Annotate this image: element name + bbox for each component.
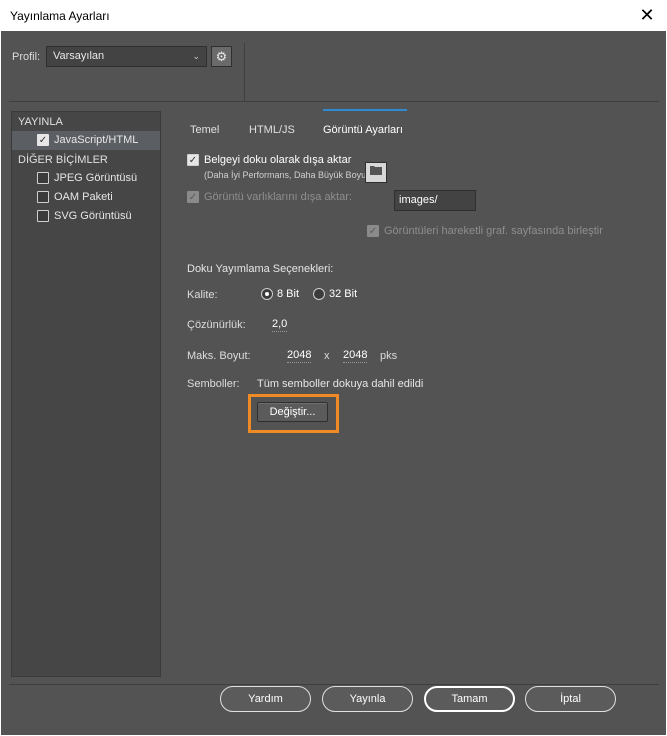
quality-32bit-radio[interactable] [313, 288, 325, 301]
export-doc-label: Belgeyi doku olarak dışa aktar [204, 154, 352, 166]
close-icon[interactable]: ✕ [635, 3, 659, 27]
texture-options-title: Doku Yayımlama Seçenekleri: [187, 263, 334, 275]
profile-dropdown[interactable]: Varsayılan ⌄ [46, 46, 207, 67]
symbols-label: Semboller: [187, 378, 240, 390]
sidebar-item-label: JavaScript/HTML [54, 134, 139, 146]
max-height-value[interactable]: 2048 [343, 349, 368, 363]
other-formats-header: DİĞER BİÇİMLER [18, 154, 108, 166]
cancel-button[interactable]: İptal [525, 686, 616, 712]
chevron-down-icon: ⌄ [192, 51, 200, 61]
publish-section-header: YAYINLA [18, 116, 63, 128]
divider [244, 43, 245, 101]
merge-sprite-label: Görüntüleri hareketli graf. sayfasında b… [384, 225, 603, 237]
tab-temel[interactable]: Temel [190, 124, 219, 136]
publish-settings-dialog: Profil: Varsayılan ⌄ ⚙ YAYINLA ✓ JavaScr… [1, 31, 666, 735]
sidebar-item-label: JPEG Görüntüsü [54, 172, 138, 184]
sidebar-item-label: SVG Görüntüsü [54, 210, 132, 222]
help-button[interactable]: Yardım [220, 686, 311, 712]
export-doc-option[interactable]: ✓ Belgeyi doku olarak dışa aktar [187, 154, 352, 167]
resolution-value[interactable]: 2,0 [272, 318, 288, 332]
publish-button[interactable]: Yayınla [322, 686, 413, 712]
window-title: Yayınlama Ayarları [10, 9, 110, 23]
divider [9, 684, 659, 685]
max-size-label: Maks. Boyut: [187, 350, 251, 362]
title-bar: Yayınlama Ayarları ✕ [0, 0, 667, 31]
quality-8bit-option[interactable]: 8 Bit [261, 288, 300, 301]
profile-value: Varsayılan [53, 50, 105, 62]
sidebar-item-javascript-html[interactable]: ✓ JavaScript/HTML [12, 131, 160, 150]
export-assets-option: ✓ Görüntü varlıklarını dışa aktar: [187, 191, 352, 204]
quality-32bit-option[interactable]: 32 Bit [313, 288, 358, 301]
export-doc-hint: (Daha İyi Performans, Daha Büyük Boyut) [204, 170, 372, 180]
export-doc-checkbox[interactable]: ✓ [187, 154, 199, 167]
tab-html-js[interactable]: HTML/JS [249, 124, 295, 136]
sidebar-item-label: OAM Paketi [54, 191, 113, 203]
quality-label: Kalite: [187, 289, 218, 301]
quality-8bit-label: 8 Bit [277, 288, 300, 300]
format-list-panel: YAYINLA ✓ JavaScript/HTML DİĞER BİÇİMLER… [11, 111, 161, 677]
oam-checkbox[interactable] [37, 191, 49, 203]
quality-32bit-label: 32 Bit [329, 288, 358, 300]
folder-glyph [370, 166, 382, 175]
size-separator: x [324, 350, 330, 362]
divider [9, 101, 659, 102]
merge-sprite-checkbox: ✓ [367, 225, 379, 238]
javascript-html-checkbox[interactable]: ✓ [37, 134, 49, 146]
active-tab-indicator [323, 109, 407, 111]
ok-button[interactable]: Tamam [424, 686, 515, 712]
assets-path-input[interactable]: images/ [394, 190, 476, 211]
quality-8bit-radio[interactable] [261, 288, 273, 301]
svg-checkbox[interactable] [37, 210, 49, 222]
symbols-value: Tüm semboller dokuya dahil edildi [257, 378, 424, 390]
merge-sprite-option: ✓ Görüntüleri hareketli graf. sayfasında … [367, 225, 603, 238]
sidebar-item-svg[interactable]: SVG Görüntüsü [12, 207, 160, 226]
profile-label: Profil: [12, 51, 41, 63]
export-assets-checkbox: ✓ [187, 191, 199, 204]
export-assets-label: Görüntü varlıklarını dışa aktar: [204, 191, 352, 203]
sidebar-item-jpeg[interactable]: JPEG Görüntüsü [12, 169, 160, 188]
resolution-label: Çözünürlük: [187, 319, 246, 331]
size-unit: pks [380, 350, 398, 362]
tab-image-settings[interactable]: Görüntü Ayarları [323, 124, 403, 136]
sidebar-item-oam[interactable]: OAM Paketi [12, 188, 160, 207]
folder-icon[interactable] [365, 162, 387, 183]
max-width-value[interactable]: 2048 [287, 349, 312, 363]
jpeg-checkbox[interactable] [37, 172, 49, 184]
gear-icon[interactable]: ⚙ [211, 46, 232, 67]
change-button[interactable]: Değiştir... [257, 402, 328, 422]
